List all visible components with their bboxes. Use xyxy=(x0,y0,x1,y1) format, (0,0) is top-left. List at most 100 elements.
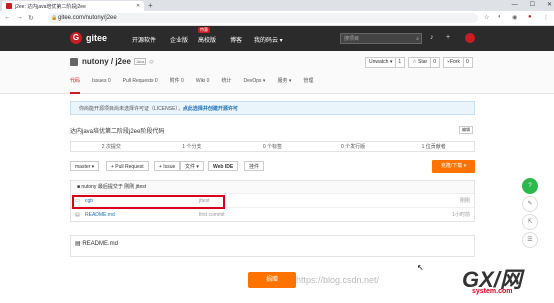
stat-tags[interactable]: 0 个标签 xyxy=(232,142,313,151)
lock-icon: 🔒 xyxy=(51,15,58,21)
file-button[interactable]: 文件 ▾ xyxy=(180,161,204,171)
profile-icon[interactable]: ● xyxy=(528,14,532,20)
site-logo-watermark: GX/网 system.com xyxy=(462,262,522,295)
stat-branches[interactable]: 1 个分支 xyxy=(152,142,233,151)
gitee-logo[interactable]: G gitee xyxy=(70,32,107,44)
file-name[interactable]: README.md xyxy=(85,209,115,221)
file-toolbar: master ▾ + Pull Request + Issue 文件 ▾ Web… xyxy=(70,160,475,173)
help-icon[interactable]: ? xyxy=(522,178,538,194)
feedback-icon[interactable]: ☰ xyxy=(522,232,538,248)
reload-icon[interactable]: ↻ xyxy=(28,14,34,22)
readme-panel: ▤ README.md xyxy=(70,235,475,257)
repo-stats: 2 次提交 1 个分支 0 个标签 0 个发行版 1 位贡献者 xyxy=(70,141,475,152)
tab-attachments[interactable]: 附件 0 xyxy=(170,76,184,92)
highlight-box xyxy=(72,195,225,209)
star-count: 0 xyxy=(430,58,436,67)
gitee-nav: G gitee 开源软件 企业版 特惠 高校版 博客 我的码云 ▾ 搜项目 ⌕ … xyxy=(0,26,554,51)
tab-services[interactable]: 服务 ▾ xyxy=(277,76,291,92)
extension-icon-2[interactable]: ◉ xyxy=(512,14,517,21)
tab-issues[interactable]: Issues 0 xyxy=(92,76,111,92)
repo-actions: Unwatch ▾ 1 ☆ Star 0 ⑂ Fork 0 xyxy=(365,57,473,68)
gitee-logo-text: gitee xyxy=(86,33,108,43)
back-icon[interactable]: ← xyxy=(4,14,11,21)
close-tab-icon[interactable]: ✕ xyxy=(136,3,144,9)
close-window-icon[interactable]: ✕ xyxy=(547,0,552,11)
table-row[interactable]: ▤ README.md first commit 1小时前 xyxy=(71,209,474,221)
window-controls: — ☐ ✕ xyxy=(512,0,552,11)
new-tab-icon[interactable]: + xyxy=(148,1,153,10)
unwatch-count: 1 xyxy=(395,58,401,67)
public-icon: ◎ xyxy=(149,58,154,65)
tab-wiki[interactable]: Wiki 0 xyxy=(196,76,210,92)
plus-icon[interactable]: + xyxy=(446,34,450,41)
tab-stats[interactable]: 统计 xyxy=(221,76,231,92)
extension-icon[interactable]: ◐ xyxy=(498,14,502,20)
repo-title: nutony / j2ee Java ◎ xyxy=(70,57,154,66)
notice-text: 你尚能开源项目尚未选择许可证（LICENSE）， xyxy=(79,106,183,112)
fork-button[interactable]: ⑂ Fork 0 xyxy=(442,57,473,68)
menu-icon[interactable]: ⋮ xyxy=(543,14,549,21)
stat-commits[interactable]: 2 次提交 xyxy=(71,142,152,151)
tab-code[interactable]: 代码 xyxy=(70,76,81,94)
promo-badge: 特惠 xyxy=(198,27,210,33)
clone-download-button[interactable]: 克隆/下载 ▾ xyxy=(432,160,475,173)
donate-button[interactable]: 捐赠 xyxy=(248,272,296,288)
commit-time: 刚刚 xyxy=(459,198,470,204)
url-input[interactable]: 🔒 gitee.com/nutony/j2ee xyxy=(48,13,478,23)
share-icon[interactable]: ⇱ xyxy=(522,214,538,230)
search-input[interactable]: 搜项目 ⌕ xyxy=(340,33,422,44)
gitee-logo-icon: G xyxy=(70,32,82,44)
edit-button[interactable]: 编辑 xyxy=(459,126,473,134)
nav-my-gitee[interactable]: 我的码云 ▾ xyxy=(254,35,283,44)
unwatch-button[interactable]: Unwatch ▾ 1 xyxy=(365,57,406,68)
license-link[interactable]: 点此选择并创建开源许可 xyxy=(183,106,238,112)
avatar[interactable] xyxy=(465,33,475,43)
browser-tab-bar: j2ee: 达内java培优第二阶段j2ee ✕ + — ☐ ✕ xyxy=(0,0,554,11)
mouse-cursor-icon: ↖ xyxy=(417,263,424,272)
maximize-icon[interactable]: ☐ xyxy=(530,0,535,11)
pull-request-button[interactable]: + Pull Request xyxy=(106,161,149,171)
license-notice: 你尚能开源项目尚未选择许可证（LICENSE），点此选择并创建开源许可 xyxy=(70,101,475,115)
stat-contributors[interactable]: 1 位贡献者 xyxy=(393,142,474,151)
repo-icon xyxy=(70,57,78,66)
star-button[interactable]: ☆ Star 0 xyxy=(408,57,440,68)
repo-header: nutony / j2ee Java ◎ Unwatch ▾ 1 ☆ Star 0 … xyxy=(0,51,554,94)
minimize-icon[interactable]: — xyxy=(512,0,518,11)
forward-icon[interactable]: → xyxy=(16,14,23,21)
branch-select[interactable]: master ▾ xyxy=(70,161,100,171)
readme-title: ▤ README.md xyxy=(75,240,118,247)
star-bookmark-icon[interactable]: ☆ xyxy=(484,14,489,21)
commit-time: 1小时前 xyxy=(452,212,470,218)
stat-releases[interactable]: 0 个发行版 xyxy=(313,142,394,151)
address-bar-row: ← → ↻ 🔒 gitee.com/nutony/j2ee ☆ ◐ ◉ ● ⋮ xyxy=(0,11,554,26)
tab-manage[interactable]: 管理 xyxy=(303,76,313,92)
issue-button[interactable]: + Issue xyxy=(154,161,181,171)
gxi-sub: system.com xyxy=(472,288,513,295)
tab-devops[interactable]: DevOps ▾ xyxy=(243,76,265,92)
web-ide-button[interactable]: Web IDE xyxy=(208,161,239,171)
repo-description: 达内java培优第二阶段j2ee阶段代码 xyxy=(70,129,165,135)
repo-tabs: 代码 Issues 0 Pull Requests 0 附件 0 Wiki 0 … xyxy=(70,76,325,94)
nav-university[interactable]: 高校版 xyxy=(198,35,216,44)
url-text: gitee.com/nutony/j2ee xyxy=(58,15,117,21)
fork-count: 0 xyxy=(462,58,469,67)
lang-badge: Java xyxy=(133,58,147,65)
unwatch-label: Unwatch ▾ xyxy=(369,59,393,65)
bell-icon[interactable]: ♪ xyxy=(430,34,434,41)
watermark: https://blog.csdn.net/ xyxy=(296,275,380,285)
tab-pull-requests[interactable]: Pull Requests 0 xyxy=(123,76,158,92)
star-label: ☆ Star xyxy=(412,59,428,65)
edit-icon[interactable]: ✎ xyxy=(522,196,538,212)
commit-msg[interactable]: first commit xyxy=(199,209,225,221)
favicon-icon xyxy=(6,3,12,9)
nav-open-source[interactable]: 开源软件 xyxy=(132,35,156,44)
nav-enterprise[interactable]: 企业版 xyxy=(170,35,188,44)
file-icon: ▤ xyxy=(75,212,80,218)
search-icon[interactable]: ⌕ xyxy=(416,34,419,45)
commit-bar: ■ nutony 最后提交于 刚刚 jttest xyxy=(71,181,474,194)
repo-name[interactable]: nutony / j2ee xyxy=(82,57,131,66)
browser-tab[interactable]: j2ee: 达内java培优第二阶段j2ee ✕ xyxy=(2,1,144,11)
readme-title-text: README.md xyxy=(82,241,119,247)
nav-blog[interactable]: 博客 xyxy=(230,35,242,44)
widget-button[interactable]: 挂件 xyxy=(244,161,265,171)
